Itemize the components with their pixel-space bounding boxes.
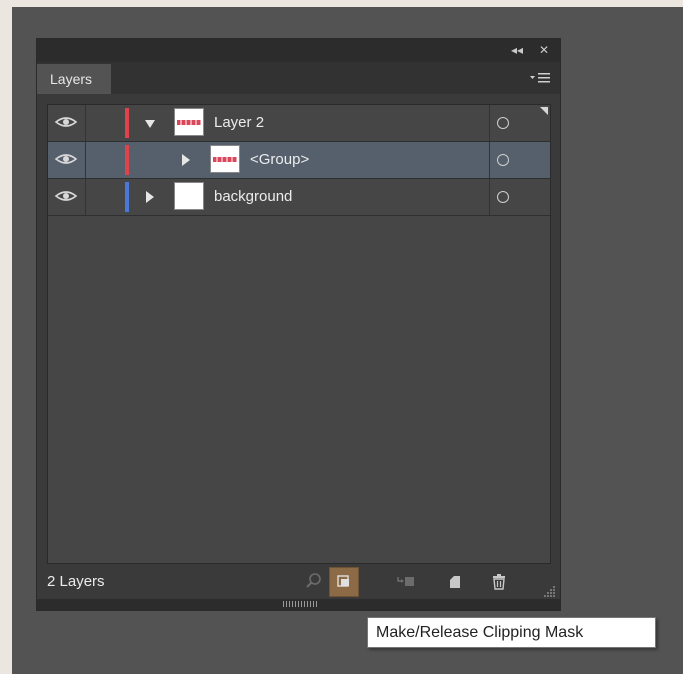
layer-color-bar	[125, 108, 129, 138]
column-divider	[85, 105, 86, 141]
layer-name[interactable]: <Group>	[250, 142, 309, 178]
close-panel-icon[interactable]: ✕	[539, 42, 549, 58]
expand-triangle-closed-icon[interactable]	[145, 191, 155, 203]
panel-tabstrip: Layers	[37, 62, 560, 94]
create-sublayer-icon[interactable]	[391, 567, 421, 597]
panel-bottom-bar	[37, 599, 560, 610]
layer-count: 2 Layers	[47, 573, 105, 590]
panel-menu-icon[interactable]	[529, 70, 551, 86]
resize-grip-icon[interactable]	[544, 585, 556, 597]
expand-triangle-closed-icon[interactable]	[181, 154, 191, 166]
layer-row-group[interactable]: <Group>	[48, 142, 550, 179]
panel-titlebar[interactable]: ◂◂ ✕	[37, 39, 560, 62]
tooltip: Make/Release Clipping Mask	[367, 617, 656, 648]
panel-footer: 2 Layers	[37, 565, 560, 599]
layer-thumbnail	[174, 182, 204, 210]
eye-icon[interactable]	[54, 114, 78, 130]
layer-row-background[interactable]: background	[48, 179, 550, 216]
eye-icon[interactable]	[54, 151, 78, 167]
panel-drag-grip[interactable]	[283, 601, 317, 607]
collapse-panel-icon[interactable]: ◂◂	[511, 42, 523, 58]
locate-object-icon[interactable]	[299, 567, 329, 597]
column-divider	[85, 179, 86, 215]
layer-row-layer-2[interactable]: Layer 2	[48, 105, 550, 142]
clipping-mask-icon	[337, 575, 349, 587]
target-circle-icon[interactable]	[497, 117, 509, 129]
expand-triangle-open-icon[interactable]	[145, 118, 155, 130]
layer-color-bar	[125, 182, 129, 212]
column-divider	[489, 179, 490, 215]
layer-thumbnail	[174, 108, 204, 136]
trash-icon[interactable]	[484, 567, 514, 597]
layer-thumbnail	[210, 145, 240, 173]
target-circle-icon[interactable]	[497, 191, 509, 203]
target-circle-icon[interactable]	[497, 154, 509, 166]
column-divider	[489, 142, 490, 178]
layer-name[interactable]: Layer 2	[214, 105, 264, 141]
make-release-clipping-mask-button[interactable]	[329, 567, 359, 597]
eye-icon[interactable]	[54, 188, 78, 204]
layer-color-bar	[125, 145, 129, 175]
layer-name[interactable]: background	[214, 179, 292, 215]
layers-list: Layer 2 <Group> background	[47, 104, 551, 564]
tab-layers[interactable]: Layers	[37, 64, 111, 94]
column-divider	[85, 142, 86, 178]
layers-panel: ◂◂ ✕ Layers Layer 2 <Group> background 2…	[36, 38, 561, 611]
create-new-layer-icon[interactable]	[440, 567, 470, 597]
column-divider	[489, 105, 490, 141]
